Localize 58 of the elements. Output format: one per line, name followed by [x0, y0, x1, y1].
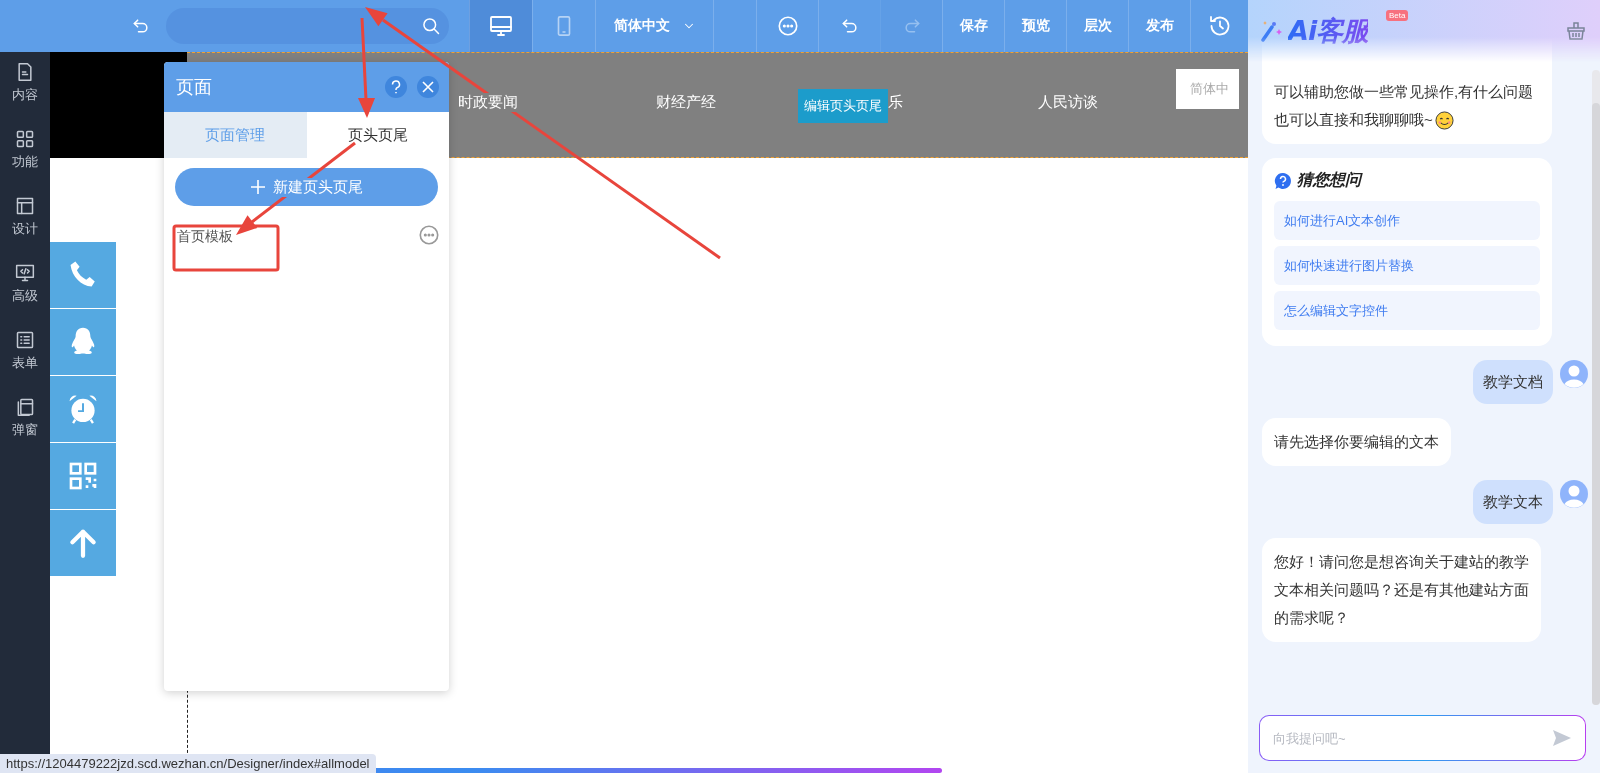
- sidebar-item[interactable]: 内容: [0, 62, 50, 129]
- close-icon: [422, 81, 434, 93]
- more-icon: [418, 224, 440, 246]
- new-header-footer-button[interactable]: 新建页头页尾: [175, 168, 438, 206]
- sidebar-item[interactable]: 高级: [0, 263, 50, 330]
- float-button[interactable]: [50, 309, 116, 376]
- suggested-question[interactable]: 如何快速进行图片替换: [1274, 246, 1540, 285]
- suggested-question[interactable]: 怎么编辑文字控件: [1274, 291, 1540, 330]
- chat-input-field[interactable]: 向我提问吧~: [1259, 715, 1586, 761]
- suggestion-title: 猜您想问: [1297, 170, 1361, 190]
- language-box[interactable]: 简体中: [1176, 69, 1239, 109]
- user-message: 教学文本: [1473, 480, 1553, 524]
- sidebar-item[interactable]: 表单: [0, 330, 50, 397]
- float-button[interactable]: [50, 242, 116, 309]
- sidebar-item[interactable]: 设计: [0, 196, 50, 263]
- device-tab[interactable]: [469, 0, 532, 52]
- send-icon[interactable]: [1552, 729, 1572, 747]
- float-button[interactable]: [50, 443, 116, 510]
- scrollbar[interactable]: [1592, 70, 1600, 705]
- nav-link[interactable]: 乐: [888, 93, 903, 112]
- search-icon: [421, 16, 441, 36]
- sidebar-item[interactable]: 功能: [0, 129, 50, 196]
- status-url: https://1204479222jzd.scd.wezhan.cn/Designer/index#allmodel: [0, 754, 376, 773]
- float-button[interactable]: [50, 376, 116, 443]
- history-icon: [1207, 14, 1232, 38]
- nav-link[interactable]: 人民访谈: [1038, 93, 1098, 112]
- broom-icon[interactable]: [1566, 22, 1586, 40]
- nav-link[interactable]: 时政要闻: [458, 93, 518, 112]
- panel-tab[interactable]: 页面管理: [164, 112, 307, 158]
- qr-code-icon: [67, 460, 99, 492]
- windows-icon: [15, 397, 35, 417]
- beta-badge: Beta: [1386, 10, 1409, 21]
- edit-header-button[interactable]: 编辑页头页尾: [798, 89, 888, 123]
- search-field[interactable]: [165, 8, 449, 44]
- document-icon: [15, 62, 35, 82]
- monitor-icon: [489, 14, 513, 38]
- grid-icon: [15, 129, 35, 149]
- sidebar-item[interactable]: 弹窗: [0, 397, 50, 464]
- plus-icon: [250, 180, 265, 194]
- layout-icon: [15, 196, 35, 216]
- avatar-icon: [1560, 480, 1588, 508]
- template-item[interactable]: 首页模板: [177, 227, 233, 246]
- avatar-icon: [1560, 360, 1588, 388]
- question-icon: [1274, 171, 1292, 190]
- list-icon: [15, 330, 35, 350]
- float-button[interactable]: [50, 510, 116, 576]
- help-button[interactable]: [385, 76, 407, 98]
- help-icon: [390, 80, 402, 94]
- more-icon: [776, 15, 799, 37]
- assistant-message: 您好！请问您是想咨询关于建站的教学 文本相关问题吗？还是有其他建站方面 的需求呢？: [1262, 538, 1541, 642]
- panel-title: 页面: [176, 76, 213, 99]
- close-button[interactable]: [417, 76, 439, 98]
- assistant-message: 请先选择你要编辑的文本: [1262, 418, 1451, 466]
- code-monitor-icon: [15, 263, 35, 283]
- magic-wand-icon: [1260, 19, 1284, 43]
- suggested-question[interactable]: 如何进行AI文本创作: [1274, 201, 1540, 240]
- user-message: 教学文档: [1473, 360, 1553, 404]
- nav-link[interactable]: 财经产经: [656, 93, 716, 112]
